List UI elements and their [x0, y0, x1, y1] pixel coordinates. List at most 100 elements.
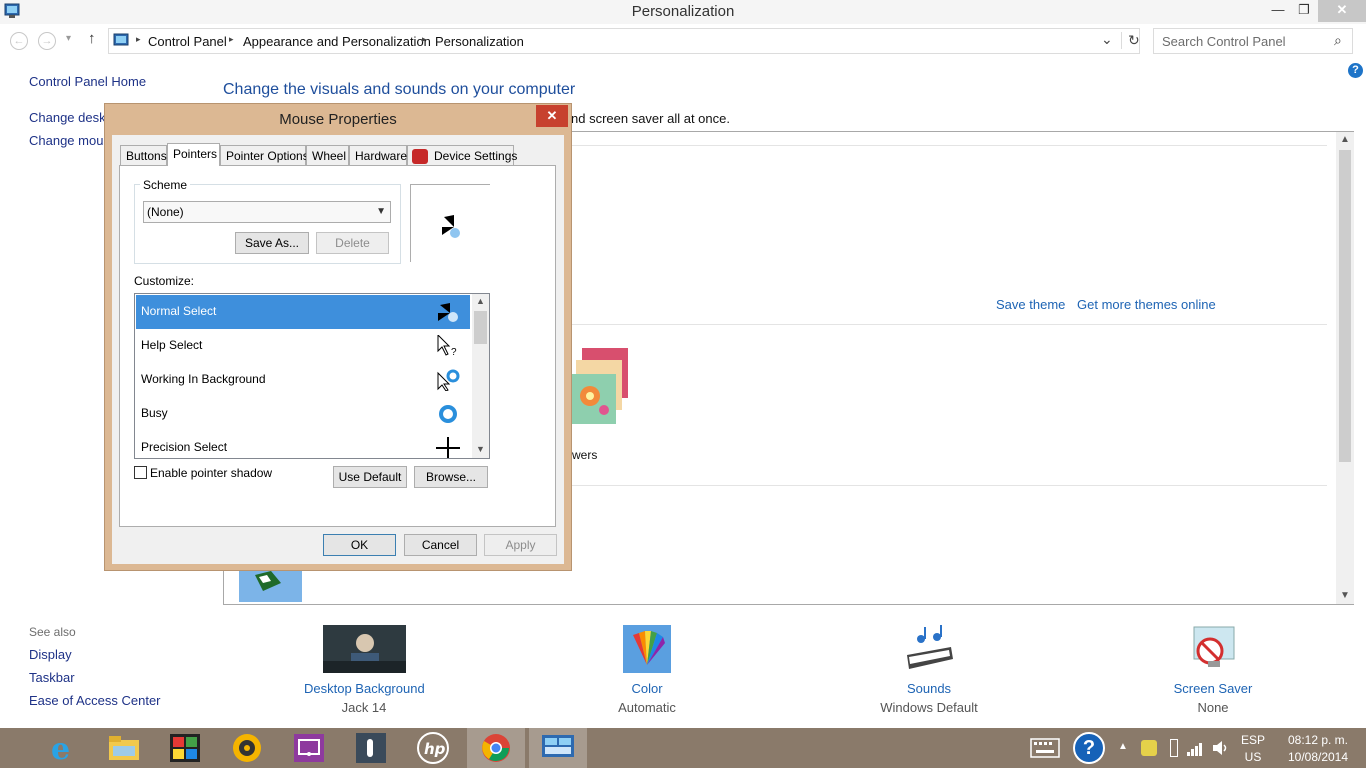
taskbar-remote-app[interactable]: [280, 728, 338, 768]
input-language[interactable]: ESP: [1236, 733, 1270, 747]
taskbar-internet-explorer[interactable]: e: [33, 728, 91, 768]
screen-saver-item[interactable]: Screen Saver None: [1163, 625, 1263, 715]
control-panel-icon: [542, 735, 574, 757]
speaker-icon[interactable]: [1211, 740, 1229, 756]
media-player-icon: [233, 734, 261, 762]
list-item[interactable]: Working In Background: [136, 363, 470, 397]
save-as-button[interactable]: Save As...: [235, 232, 309, 254]
taskbar-link[interactable]: Taskbar: [29, 670, 75, 685]
show-hidden-icons-icon[interactable]: ▲: [1118, 741, 1128, 752]
chevron-down-icon: ▼: [376, 206, 386, 217]
themes-scroll-thumb[interactable]: [1339, 150, 1351, 462]
input-region[interactable]: US: [1236, 750, 1270, 764]
list-item[interactable]: Help Select ?: [136, 329, 470, 363]
control-panel-icon: [113, 33, 129, 46]
apply-button[interactable]: Apply: [484, 534, 557, 556]
ok-button[interactable]: OK: [323, 534, 396, 556]
minimize-button[interactable]: —: [1265, 0, 1291, 22]
get-more-themes-link[interactable]: Get more themes online: [1077, 297, 1216, 312]
sounds-item[interactable]: Sounds Windows Default: [869, 625, 989, 715]
color-value: Automatic: [618, 700, 676, 715]
refresh-icon[interactable]: ↻: [1121, 32, 1140, 49]
breadcrumb-control-panel[interactable]: Control Panel: [148, 34, 227, 49]
taskbar-app-puzzle[interactable]: [156, 728, 214, 768]
recent-locations-button[interactable]: ▾: [66, 33, 71, 44]
tab-wheel[interactable]: Wheel: [306, 145, 349, 165]
taskbar-media-player[interactable]: [218, 728, 276, 768]
delete-button[interactable]: Delete: [316, 232, 389, 254]
help-icon[interactable]: ?: [1348, 63, 1363, 78]
signal-bars-icon[interactable]: [1187, 740, 1205, 756]
touch-keyboard-icon[interactable]: [1030, 738, 1060, 758]
chrome-icon: [482, 734, 510, 762]
sounds-label[interactable]: Sounds: [869, 681, 989, 696]
color-label[interactable]: Color: [597, 681, 697, 696]
cancel-button[interactable]: Cancel: [404, 534, 477, 556]
restore-button[interactable]: ❐: [1291, 0, 1317, 22]
mouse-properties-dialog: Mouse Properties ✕ Buttons Pointers Poin…: [104, 103, 572, 571]
color-palette-icon: [623, 625, 671, 673]
tab-device-settings[interactable]: Device Settings: [407, 145, 517, 165]
scheme-label: Scheme: [140, 178, 191, 192]
flowers-theme-thumbnail[interactable]: [568, 346, 632, 440]
scroll-up-icon[interactable]: ▲: [476, 296, 485, 306]
taskbar-touch-app[interactable]: [342, 728, 400, 768]
cursor-name: Help Select: [141, 338, 203, 352]
scroll-up-icon[interactable]: ▲: [1340, 134, 1350, 145]
ease-of-access-link[interactable]: Ease of Access Center: [29, 693, 161, 708]
search-input[interactable]: Search Control Panel: [1162, 34, 1286, 49]
clock-time[interactable]: 08:12 p. m.: [1276, 733, 1360, 747]
scheme-select[interactable]: (None) ▼: [143, 201, 391, 223]
cursor-list-scroll-thumb[interactable]: [474, 311, 487, 344]
list-item[interactable]: Normal Select: [136, 295, 470, 329]
forward-button[interactable]: →: [38, 32, 56, 50]
color-item[interactable]: Color Automatic: [597, 625, 697, 715]
scroll-down-icon[interactable]: ▼: [476, 444, 485, 454]
desktop-background-label[interactable]: Desktop Background: [304, 681, 425, 696]
tab-pointer-options[interactable]: Pointer Options: [220, 145, 309, 165]
cursor-name: Normal Select: [141, 304, 217, 318]
taskbar-file-explorer[interactable]: [95, 728, 153, 768]
save-theme-link[interactable]: Save theme: [996, 297, 1065, 312]
taskbar-chrome[interactable]: [467, 728, 525, 768]
desktop-background-item[interactable]: Desktop Background Jack 14: [304, 625, 425, 715]
screen-saver-value: None: [1197, 700, 1229, 715]
battery-icon[interactable]: [1170, 739, 1178, 757]
up-button[interactable]: ↑: [88, 30, 96, 47]
screen-saver-label[interactable]: Screen Saver: [1163, 681, 1263, 696]
tab-pointers[interactable]: Pointers: [167, 143, 220, 166]
page-description: nd screen saver all at once.: [571, 111, 730, 126]
enable-pointer-shadow-label[interactable]: Enable pointer shadow: [150, 466, 272, 480]
use-default-button[interactable]: Use Default: [333, 466, 407, 488]
help-support-icon[interactable]: ?: [1073, 732, 1105, 764]
breadcrumb-appearance[interactable]: Appearance and Personalization: [243, 34, 431, 49]
control-panel-home-link[interactable]: Control Panel Home: [29, 74, 146, 89]
taskbar-control-panel[interactable]: [529, 728, 587, 768]
change-mouse-pointers-link[interactable]: Change mous: [29, 133, 110, 148]
breadcrumb-personalization[interactable]: Personalization: [435, 34, 524, 49]
screen-saver-icon: [1193, 626, 1235, 667]
search-icon[interactable]: ⌕: [1334, 32, 1342, 49]
cursor-list[interactable]: Normal Select Help Select ? Working In B…: [134, 293, 490, 459]
search-box[interactable]: Search Control Panel ⌕: [1153, 28, 1353, 54]
page-title: Change the visuals and sounds on your co…: [223, 81, 576, 98]
list-item[interactable]: Precision Select: [136, 431, 470, 458]
list-item[interactable]: Busy: [136, 397, 470, 431]
close-button[interactable]: ✕: [1318, 0, 1366, 22]
back-button[interactable]: ←: [10, 32, 28, 50]
dialog-close-button[interactable]: ✕: [536, 105, 568, 127]
theme-name-label: wers: [572, 448, 598, 462]
scheme-value: (None): [147, 205, 184, 219]
address-bar[interactable]: ▸ Control Panel ▸ Appearance and Persona…: [108, 28, 1140, 54]
enable-pointer-shadow-checkbox[interactable]: [134, 466, 147, 479]
address-dropdown-icon[interactable]: ⌄: [1101, 31, 1113, 48]
scroll-down-icon[interactable]: ▼: [1340, 590, 1350, 601]
network-app-icon[interactable]: [1141, 740, 1157, 756]
browse-button[interactable]: Browse...: [414, 466, 488, 488]
tab-buttons[interactable]: Buttons: [120, 145, 167, 165]
desktop-background-value: Jack 14: [341, 700, 387, 715]
tab-hardware[interactable]: Hardware: [349, 145, 407, 165]
display-link[interactable]: Display: [29, 647, 72, 662]
taskbar-hp[interactable]: hp: [404, 728, 462, 768]
clock-date[interactable]: 10/08/2014: [1276, 750, 1360, 764]
